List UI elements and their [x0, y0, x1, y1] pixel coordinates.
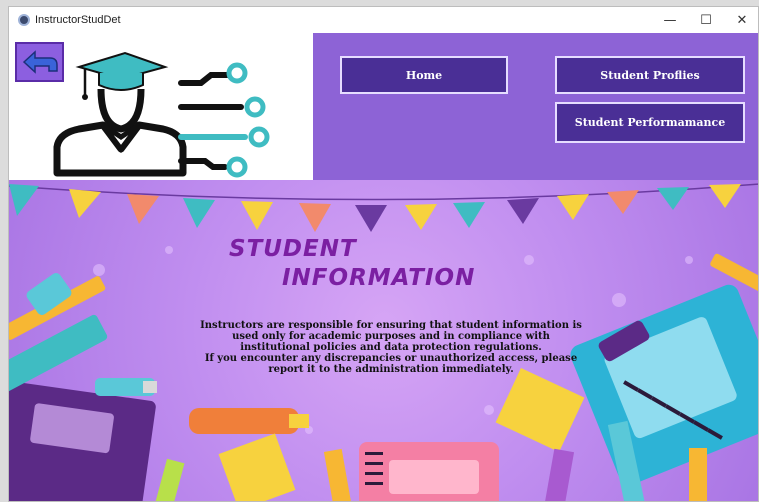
notice-line: report it to the administration immediat… — [268, 364, 514, 375]
maximize-button[interactable]: ☐ — [688, 7, 724, 33]
close-button[interactable]: ✕ — [724, 7, 758, 33]
bunting-flags — [9, 184, 741, 232]
info-banner: STUDENT INFORMATION Instructors are resp… — [9, 180, 758, 501]
notice-line: If you encounter any discrepancies or un… — [204, 353, 578, 364]
student-performance-button[interactable]: Student Performamance — [555, 102, 745, 143]
notice-line: used only for academic purposes and in c… — [232, 331, 550, 342]
graduate-logo-icon — [53, 51, 270, 178]
app-icon — [18, 14, 30, 26]
window-title: InstructorStudDet — [35, 14, 121, 26]
student-profiles-button[interactable]: Student Proflies — [555, 56, 745, 94]
header-logo-area — [9, 33, 313, 180]
title-bar: InstructorStudDet — ☐ ✕ — [9, 7, 758, 33]
heading-line-2: INFORMATION — [282, 265, 476, 291]
notice-line: institutional policies and data protecti… — [240, 342, 542, 353]
minimize-button[interactable]: — — [652, 7, 688, 33]
home-button[interactable]: Home — [340, 56, 508, 94]
notice-text: Instructors are responsible for ensuring… — [181, 320, 601, 375]
window-controls: — ☐ ✕ — [652, 7, 758, 33]
header-nav-area: Home Student Proflies Student Performama… — [313, 33, 758, 180]
heading-line-1: STUDENT — [229, 236, 357, 262]
notice-line: Instructors are responsible for ensuring… — [200, 320, 582, 331]
app-window: InstructorStudDet — ☐ ✕ Home Student Pro… — [8, 6, 759, 502]
